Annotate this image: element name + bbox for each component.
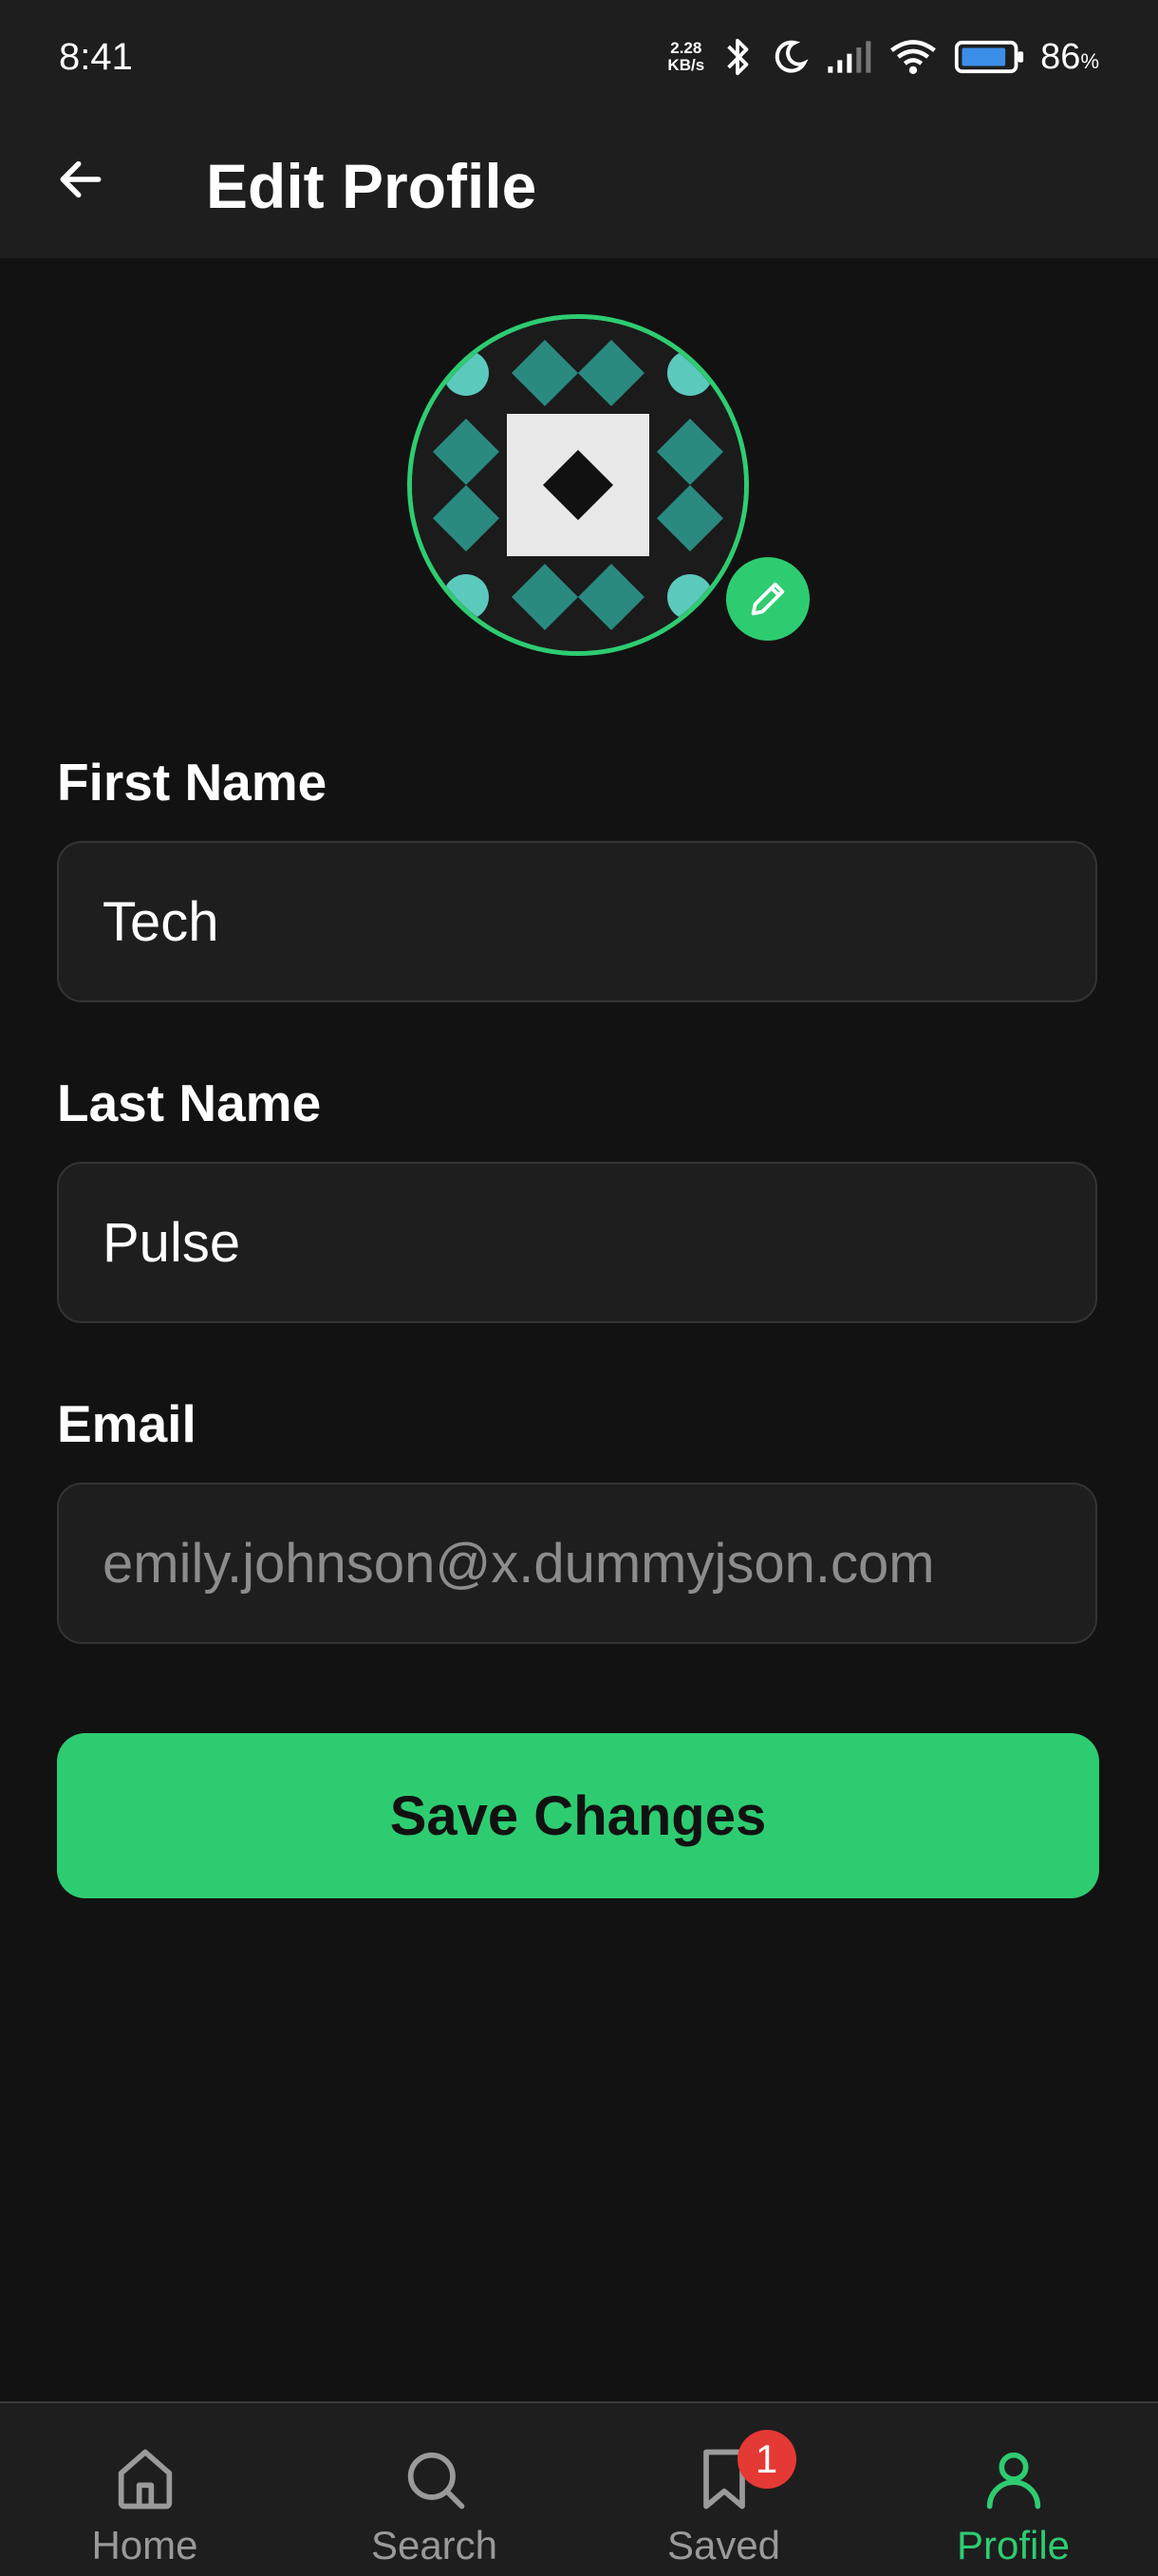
- nav-item-profile[interactable]: Profile: [868, 2403, 1158, 2576]
- bottom-navigation: Home Search 1 Saved Profile: [0, 2401, 1158, 2576]
- home-icon-wrap: [109, 2443, 181, 2519]
- page-title: Edit Profile: [206, 151, 537, 221]
- pencil-icon: [751, 582, 785, 616]
- avatar-pattern-image: [412, 319, 744, 651]
- status-icons: 2.28 KB/s 86%: [667, 30, 1099, 84]
- battery-icon: [955, 40, 1024, 74]
- nav-item-saved[interactable]: 1 Saved: [579, 2403, 868, 2576]
- battery-percent: 86%: [1040, 37, 1099, 78]
- search-icon: [407, 2452, 464, 2510]
- last-name-label: Last Name: [57, 1073, 322, 1132]
- first-name-label: First Name: [57, 753, 327, 812]
- home-icon: [118, 2449, 172, 2510]
- back-button[interactable]: [47, 146, 114, 213]
- moon-icon: [775, 40, 809, 73]
- nav-label-profile: Profile: [956, 2523, 1071, 2567]
- email-label: Email: [57, 1394, 196, 1453]
- nav-label-home: Home: [91, 2523, 198, 2567]
- wifi-icon: [890, 40, 937, 75]
- app-header: Edit Profile: [0, 114, 1158, 258]
- status-time: 8:41: [59, 36, 133, 78]
- network-speed-unit: KB/s: [667, 56, 705, 74]
- nav-label-search: Search: [370, 2523, 498, 2567]
- last-name-field[interactable]: Pulse: [57, 1162, 1097, 1323]
- arrow-left-icon: [60, 160, 102, 198]
- signal-icon: [828, 41, 871, 73]
- network-speed-value: 2.28: [670, 39, 702, 57]
- email-field[interactable]: emily.johnson@x.dummyjson.com: [57, 1483, 1097, 1644]
- bluetooth-icon: [727, 38, 749, 76]
- user-icon: [986, 2452, 1040, 2510]
- first-name-field[interactable]: Tech: [57, 841, 1097, 1002]
- edit-avatar-button[interactable]: [720, 551, 815, 646]
- bookmark-icon-wrap: 1: [688, 2430, 796, 2519]
- user-icon-wrap: [978, 2443, 1050, 2519]
- save-changes-button[interactable]: Save Changes: [57, 1733, 1099, 1898]
- status-bar: 8:41 2.28 KB/s 86%: [0, 0, 1158, 114]
- nav-item-home[interactable]: Home: [0, 2403, 290, 2576]
- search-icon-wrap: [399, 2443, 471, 2519]
- avatar[interactable]: [407, 314, 749, 656]
- nav-item-search[interactable]: Search: [290, 2403, 579, 2576]
- saved-count-badge: 1: [737, 2430, 796, 2489]
- nav-label-saved: Saved: [666, 2523, 781, 2567]
- battery-percent-suffix: %: [1080, 48, 1099, 73]
- battery-percent-value: 86: [1040, 36, 1081, 77]
- avatar-container: [407, 314, 815, 656]
- network-speed: 2.28 KB/s: [667, 40, 704, 74]
